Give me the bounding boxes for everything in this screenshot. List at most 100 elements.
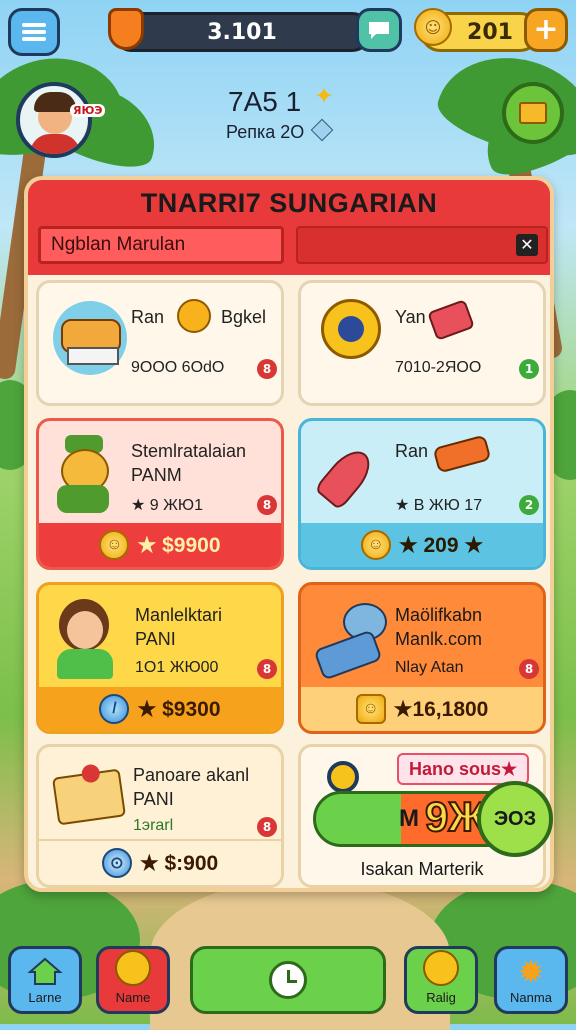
player-rank: Репка 2О [226, 122, 305, 142]
card-4-badge: 2 [519, 495, 539, 515]
card-6-sub: Manlk.com [395, 629, 483, 649]
promo-footer: Isakan Marterik [360, 859, 484, 879]
pin-icon [427, 299, 475, 341]
sun-lens-icon [321, 299, 381, 359]
card-5-buy-button[interactable]: / ★ $9300 [39, 687, 281, 731]
shield-icon [108, 8, 144, 50]
card-5-sub: РАNI [135, 629, 176, 649]
blue-gem-icon: ⊙ [101, 848, 132, 878]
package-icon [51, 763, 127, 826]
coin-icon: ☺ [360, 530, 391, 560]
shop-card-8-promo[interactable]: Hano sous★ M 9Ж ЭОЗ Isakan Marterik [298, 744, 553, 888]
plus-icon: + [533, 12, 559, 47]
play-button[interactable] [190, 946, 386, 1014]
book-chest-icon [53, 301, 127, 375]
card-1-code: 9OOO 6OdO [131, 359, 225, 376]
card-2-badge: 1 [519, 359, 539, 379]
player-score: 7А5 1 [228, 86, 302, 117]
currency-value-energy: 3.101 [207, 19, 277, 45]
shop-panel: TNARRI7 SUNGARIAN Ngblan Marulan ✕ Ran B… [24, 176, 554, 892]
card-5-stats: 1O1 ЖЮ00 [135, 659, 219, 676]
card-4-name: Ran [395, 441, 429, 461]
card-5-badge: 8 [257, 659, 277, 679]
card-6-stats: Nlay Atan [395, 659, 464, 676]
nav-ralig-button[interactable]: Ralig [404, 946, 478, 1014]
nav-nanma-label: Nanma [510, 990, 552, 1005]
shop-card-1[interactable]: Ran Bgkel 9OOO 6OdO 8 [36, 280, 284, 406]
coin-icon: ☺ [355, 694, 386, 724]
card-5-name: Manlelktari [135, 605, 223, 625]
avatar-tag: ЯЮЭ [70, 104, 106, 117]
trophy-icon: ✦ [314, 82, 335, 110]
close-button[interactable]: ✕ [516, 234, 538, 256]
shop-card-3[interactable]: Stemlratalaian РАNМ ★ 9 ЖЮ1 8 ☺ ★ $9900 [36, 418, 284, 570]
promo-tag: Hano sous★ [397, 753, 530, 785]
menu-button[interactable] [8, 8, 60, 56]
nav-ralig-label: Ralig [426, 990, 456, 1005]
promo-amount-prefix: M [399, 805, 419, 832]
girl-character-icon [51, 597, 121, 681]
menu-icon [22, 23, 46, 41]
card-6-buy-button[interactable]: ☺ ★16,1800 [301, 687, 543, 731]
shop-card-6[interactable]: Maölifkabn Manlk.com Nlay Atan 8 ☺ ★16,1… [298, 582, 546, 734]
card-7-stats: 1эrarl [133, 817, 174, 834]
card-4-buy-button[interactable]: ☺ ★ 209 ★ [301, 523, 543, 567]
card-4-price: ★ 209 ★ [398, 533, 484, 557]
nav-name-button[interactable]: Name [96, 946, 170, 1014]
promo-bubble[interactable]: ЭОЗ [477, 781, 553, 857]
coin-icon: ☺ [414, 8, 452, 46]
cannon-icon [432, 434, 492, 474]
chat-bubble-icon [369, 22, 389, 39]
card-3-price: ★ $9900 [137, 533, 221, 557]
chat-button[interactable] [356, 8, 402, 52]
inventory-button[interactable] [502, 82, 564, 144]
coin-icon: ☺ [99, 530, 130, 560]
star-gear-icon: ✹ [517, 953, 545, 991]
shop-card-2[interactable]: Yan 7010-2ЯOO 1 [298, 280, 546, 406]
robot-cannon-icon [313, 599, 393, 681]
card-2-name: Yan [395, 307, 426, 327]
blue-gem-icon: / [99, 694, 130, 724]
card-3-name: Stemlratalaian [131, 441, 247, 461]
nav-nanma-button[interactable]: ✹ Nanma [494, 946, 568, 1014]
card-7-sub: РАNI [133, 789, 174, 809]
card-1-badge: 8 [257, 359, 277, 379]
card-1-name-2: Bgkel [221, 307, 267, 327]
card-5-price: ★ $9300 [137, 697, 221, 721]
card-4-stats: ★ B ЖЮ 17 [395, 497, 483, 514]
card-6-badge: 8 [519, 659, 539, 679]
card-7-buy-button[interactable]: ⊙ ★ $:900 [39, 839, 281, 885]
card-3-sub: РАNМ [131, 465, 182, 485]
card-7-name: Panoare akanl [133, 765, 250, 785]
card-2-code: 7010-2ЯOO [395, 359, 482, 376]
currency-bar-energy: 3.101 [112, 12, 372, 52]
shop-card-5[interactable]: Manlelktari РАNI 1O1 ЖЮ00 8 / ★ $9300 [36, 582, 284, 734]
card-7-badge: 8 [257, 817, 277, 837]
character-icon [115, 950, 151, 986]
panel-header: TNARRI7 SUNGARIAN Ngblan Marulan ✕ [28, 180, 550, 275]
shop-card-4[interactable]: Ran ★ B ЖЮ 17 2 ☺ ★ 209 ★ [298, 418, 546, 570]
add-coins-button[interactable]: + [524, 8, 568, 52]
search-input[interactable]: Ngblan Marulan [38, 226, 284, 264]
search-filter-area[interactable]: ✕ [296, 226, 548, 264]
hero-character-icon [51, 435, 115, 515]
smiley-icon [177, 299, 211, 333]
clock-icon [269, 961, 307, 999]
rocket-icon [313, 437, 379, 511]
card-3-buy-button[interactable]: ☺ ★ $9900 [39, 523, 281, 567]
folder-icon [519, 102, 547, 124]
magnifier-icon [327, 761, 359, 793]
panel-title: TNARRI7 SUNGARIAN [140, 188, 438, 218]
nav-name-label: Name [115, 990, 151, 1005]
nav-home-button[interactable]: Larne [8, 946, 82, 1014]
card-7-price: ★ $:900 [139, 851, 219, 875]
nav-home-label: Larne [28, 990, 62, 1005]
card-6-price: ★16,1800 [393, 697, 489, 721]
card-1-name: Ran [131, 307, 165, 327]
card-3-stats: ★ 9 ЖЮ1 [131, 497, 203, 514]
card-6-name: Maölifkabn [395, 605, 483, 625]
card-3-badge: 8 [257, 495, 277, 515]
avatar[interactable] [16, 82, 92, 158]
home-icon [27, 957, 63, 985]
shop-card-7[interactable]: Panoare akanl РАNI 1эrarl 8 ⊙ ★ $:900 [36, 744, 284, 888]
